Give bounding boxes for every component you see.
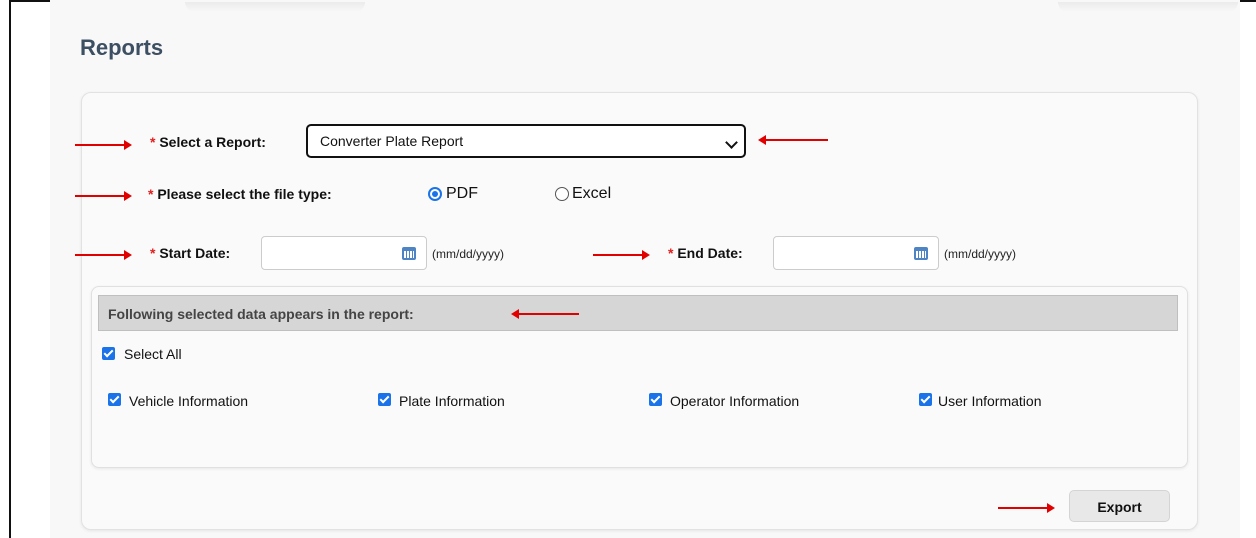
report-select-value: Converter Plate Report bbox=[320, 133, 464, 149]
report-select[interactable]: Converter Plate Report bbox=[306, 124, 746, 158]
annotation-arrow bbox=[75, 191, 132, 201]
vehicle-info-label: Vehicle Information bbox=[129, 393, 249, 409]
required-mark: * bbox=[668, 245, 674, 261]
user-info-checkbox[interactable] bbox=[919, 393, 932, 406]
annotation-arrow bbox=[593, 250, 650, 260]
filetype-label: * Please select the file type: bbox=[148, 186, 332, 202]
required-mark: * bbox=[150, 245, 156, 261]
required-mark: * bbox=[150, 134, 156, 150]
chevron-down-icon bbox=[725, 136, 738, 149]
user-info-label: User Information bbox=[938, 393, 1042, 409]
top-tab-shadow bbox=[185, 2, 365, 12]
excel-radio[interactable] bbox=[555, 187, 569, 201]
select-all-checkbox[interactable] bbox=[102, 347, 115, 360]
end-date-label: * End Date: bbox=[668, 245, 743, 261]
select-report-label: * Select a Report: bbox=[150, 134, 266, 150]
start-date-label: * Start Date: bbox=[150, 245, 231, 261]
page-title: Reports bbox=[80, 35, 164, 60]
start-date-hint: (mm/dd/yyyy) bbox=[432, 247, 504, 261]
annotation-arrow bbox=[998, 503, 1055, 513]
end-date-input[interactable] bbox=[773, 236, 939, 270]
data-section-title: Following selected data appears in the r… bbox=[108, 306, 414, 322]
annotation-arrow bbox=[75, 250, 132, 260]
select-all-label: Select All bbox=[124, 346, 182, 362]
pdf-radio[interactable] bbox=[428, 187, 442, 201]
calendar-icon[interactable] bbox=[402, 247, 416, 260]
vehicle-info-checkbox[interactable] bbox=[108, 393, 121, 406]
annotation-arrow bbox=[758, 135, 828, 145]
required-mark: * bbox=[148, 186, 154, 202]
top-tab-shadow bbox=[1058, 2, 1238, 12]
annotation-arrow bbox=[75, 140, 132, 150]
export-button[interactable]: Export bbox=[1069, 490, 1170, 522]
end-date-hint: (mm/dd/yyyy) bbox=[944, 247, 1016, 261]
annotation-arrow bbox=[511, 309, 579, 319]
operator-info-label: Operator Information bbox=[670, 393, 800, 409]
calendar-icon[interactable] bbox=[914, 247, 928, 260]
excel-radio-label: Excel bbox=[572, 185, 612, 202]
plate-info-checkbox[interactable] bbox=[378, 393, 391, 406]
pdf-radio-label: PDF bbox=[446, 185, 478, 202]
start-date-input[interactable] bbox=[261, 236, 427, 270]
plate-info-label: Plate Information bbox=[399, 393, 505, 409]
operator-info-checkbox[interactable] bbox=[649, 393, 662, 406]
